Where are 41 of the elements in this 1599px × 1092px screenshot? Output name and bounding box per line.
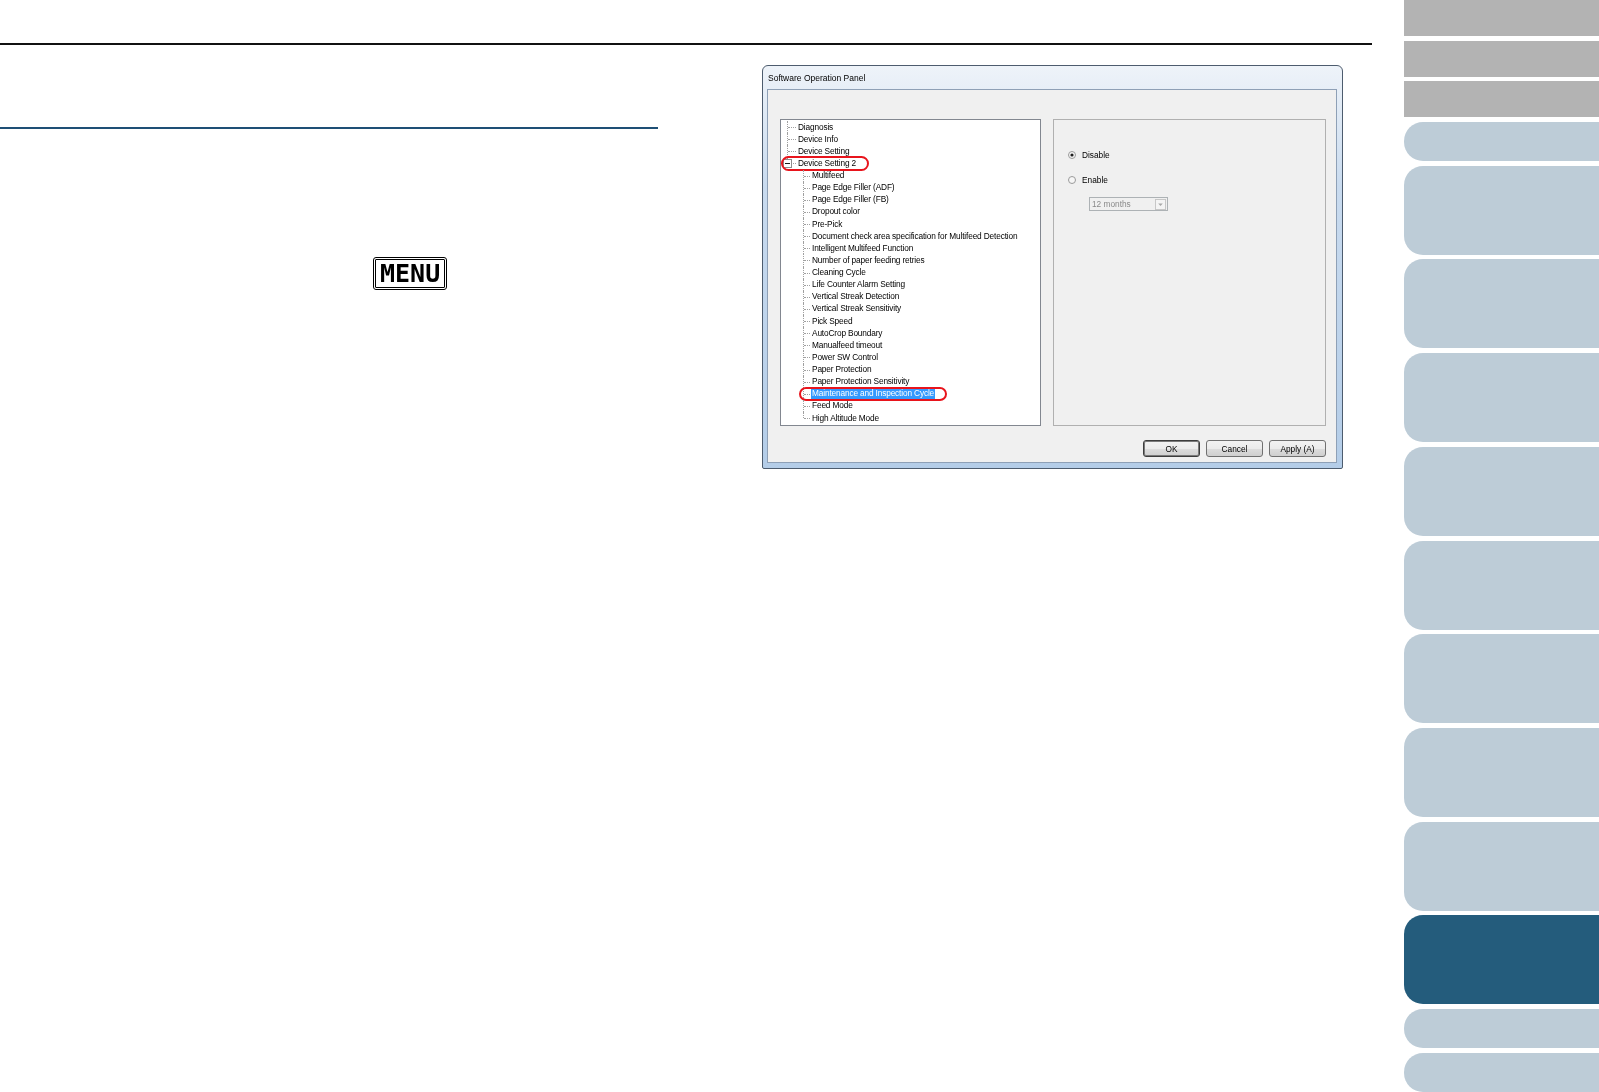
side-tab[interactable]: [1404, 81, 1599, 118]
radio-button[interactable]: [1068, 151, 1076, 159]
tree-item[interactable]: Device Setting: [797, 145, 851, 157]
menu-key: MENU: [373, 257, 448, 290]
tree-item[interactable]: Paper Protection Sensitivity: [811, 376, 911, 388]
tree-item[interactable]: Multifeed: [811, 170, 846, 182]
window-title: Software Operation Panel: [768, 72, 866, 83]
radio-label[interactable]: Disable: [1082, 150, 1110, 160]
side-tab[interactable]: [1404, 40, 1599, 77]
tree-item[interactable]: Vertical Streak Detection: [811, 291, 901, 303]
tree-item[interactable]: High Altitude Mode: [811, 412, 880, 424]
radio-button[interactable]: [1068, 176, 1076, 184]
tree-item[interactable]: Cleaning Cycle: [811, 267, 867, 279]
side-tab[interactable]: [1404, 1008, 1599, 1048]
caret-icon: [1155, 198, 1166, 210]
tree-item[interactable]: Life Counter Alarm Setting: [811, 279, 906, 291]
tree-item[interactable]: Vertical Streak Sensitivity: [811, 303, 903, 315]
radio-label[interactable]: Enable: [1082, 175, 1108, 185]
tree-item[interactable]: Intelligent Multifeed Function: [811, 242, 915, 254]
dialog-button[interactable]: OK: [1143, 440, 1200, 457]
tree-item[interactable]: Number of paper feeding retries: [811, 254, 926, 266]
dialog-button[interactable]: Apply (A): [1269, 440, 1326, 457]
tree-item[interactable]: Device Setting 2: [797, 157, 858, 169]
tree-item[interactable]: Paper Protection: [811, 364, 873, 376]
tree-item[interactable]: Pick Speed: [811, 315, 854, 327]
tree-item[interactable]: Pre-Pick: [811, 218, 844, 230]
side-tab[interactable]: [1404, 1052, 1599, 1092]
tree-item[interactable]: Page Edge Filler (FB): [811, 194, 890, 206]
tree-item[interactable]: Diagnosis: [797, 121, 835, 133]
tree-item[interactable]: Manualfeed timeout: [811, 339, 884, 351]
tree-item[interactable]: Page Edge Filler (ADF): [811, 182, 896, 194]
tree-item[interactable]: Feed Mode: [811, 400, 854, 412]
side-tab[interactable]: [1404, 915, 1599, 1005]
dialog-button[interactable]: Cancel: [1206, 440, 1263, 457]
tree-item[interactable]: Device Info: [797, 133, 839, 145]
tree-item[interactable]: AutoCrop Boundary: [811, 327, 884, 339]
tree-item[interactable]: Power SW Control: [811, 351, 879, 363]
side-tab[interactable]: [1404, 122, 1599, 162]
tree-item[interactable]: Dropout color: [811, 206, 861, 218]
tree-item[interactable]: Document check area specification for Multifeed Detection: [811, 230, 1019, 242]
collapse-icon[interactable]: [783, 159, 792, 169]
